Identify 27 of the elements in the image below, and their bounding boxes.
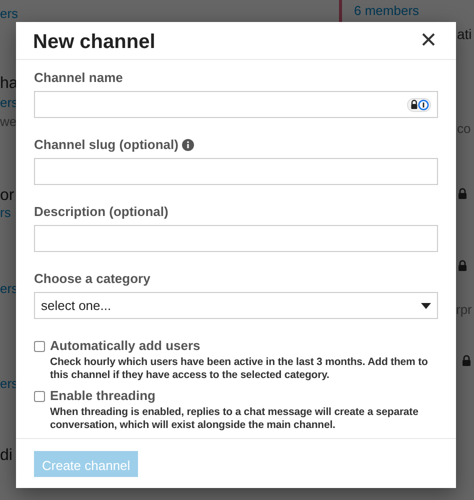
field-label: Channel name [34, 70, 123, 86]
lock-icon [458, 188, 467, 199]
text-field[interactable] [34, 158, 438, 185]
lock-icon [462, 355, 471, 366]
password-manager-icon[interactable] [407, 98, 431, 112]
caret-icon [421, 302, 431, 308]
background-text: di [0, 446, 12, 466]
info-icon [182, 139, 194, 151]
text-field[interactable] [34, 225, 438, 252]
checkbox-label[interactable]: Enable threading [50, 388, 438, 404]
checkbox[interactable] [34, 341, 45, 352]
background-text: ers [0, 5, 18, 23]
field-label: Channel slug (optional) [34, 137, 178, 153]
dialog-title: New channel [33, 30, 156, 54]
field-label: Description (optional) [34, 204, 168, 220]
field-label: Choose a category [34, 271, 150, 287]
background-text: ati [457, 25, 472, 44]
category-select[interactable]: select one... [34, 292, 438, 319]
background-text: rs [0, 204, 11, 222]
background-text: 6 members [354, 2, 420, 20]
lock-icon [458, 260, 467, 271]
checkbox-label[interactable]: Automatically add users [50, 338, 438, 354]
text-field[interactable] [34, 91, 438, 118]
help-text: Check hourly which users have been active in the last 3 months. Add them to this channel if they have access to the selected category. [50, 356, 429, 382]
help-text: When threading is enabled, replies to a chat message will create a separate conversation, which will exist alongside the main channel. [50, 406, 420, 432]
background-text: or [0, 186, 14, 206]
checkbox[interactable] [34, 391, 45, 402]
